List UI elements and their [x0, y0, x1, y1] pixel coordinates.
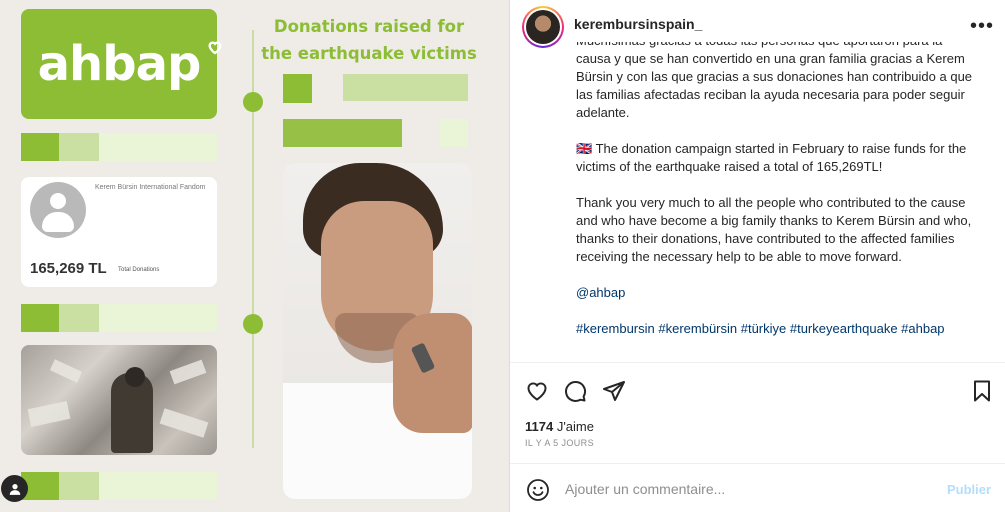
- publish-button[interactable]: Publier: [947, 482, 991, 497]
- heart-logo-icon: [208, 41, 222, 55]
- headline: Donations raised for the earthquake vict…: [261, 17, 477, 63]
- caption-paragraph-es: Muchísimas gracias a todas las personas …: [576, 42, 973, 120]
- comment-icon[interactable]: [562, 378, 588, 404]
- post-image[interactable]: ahbap Kerem Bürsin International Fandom …: [0, 0, 509, 512]
- likes-label: J'aime: [556, 419, 594, 434]
- progress-bar-3: [21, 472, 217, 500]
- caption: Muchísimas gracias a todas las personas …: [576, 42, 976, 362]
- fund-name: Kerem Bürsin International Fandom: [95, 184, 206, 191]
- action-bar: [510, 364, 1005, 414]
- timeline-dot-top: [243, 92, 263, 112]
- earthquake-photo: [21, 345, 217, 455]
- mention-link[interactable]: @ahbap: [576, 285, 625, 300]
- post-timestamp[interactable]: IL Y A 5 JOURS: [525, 438, 594, 448]
- portrait-photo: [283, 163, 472, 499]
- heart-icon[interactable]: [524, 378, 550, 404]
- divider: [510, 362, 1005, 363]
- avatar[interactable]: [522, 6, 564, 48]
- bookmark-icon[interactable]: [969, 378, 995, 404]
- avatar-placeholder-icon: [30, 182, 86, 238]
- share-icon[interactable]: [601, 378, 627, 404]
- user-tag-icon[interactable]: [1, 475, 28, 502]
- caption-paragraph-en-2: Thank you very much to all the people wh…: [576, 195, 972, 264]
- timeline-dot-middle: [243, 314, 263, 334]
- caption-paragraph-en-1: 🇬🇧 The donation campaign started in Febr…: [576, 141, 967, 174]
- progress-bar-2: [21, 304, 217, 332]
- instagram-post-modal: ahbap Kerem Bürsin International Fandom …: [0, 0, 1005, 512]
- hashtags-link[interactable]: #kerembursin #kerembürsin #türkiye #turk…: [576, 321, 945, 336]
- post-details-panel: kerembursinspain_ ••• Muchísimas gracias…: [509, 0, 1005, 512]
- ahbap-logo: ahbap: [21, 9, 222, 119]
- fund-amount: 165,269 TL: [30, 260, 107, 277]
- deco-block: [343, 74, 468, 101]
- deco-block: [283, 119, 402, 147]
- more-horizontal-icon[interactable]: •••: [970, 15, 994, 38]
- comment-bar: Publier: [510, 463, 1005, 512]
- fund-amount-label: Total Donations: [118, 267, 160, 273]
- likes-count[interactable]: 1174 J'aime: [525, 419, 594, 434]
- progress-bar-1: [21, 133, 217, 161]
- comment-input[interactable]: [565, 477, 935, 501]
- emoji-icon[interactable]: [526, 478, 550, 502]
- logo-text: ahbap: [37, 36, 202, 92]
- deco-block: [283, 74, 312, 103]
- deco-block: [440, 119, 468, 147]
- fund-card: Kerem Bürsin International Fandom 165,26…: [21, 177, 217, 287]
- username-link[interactable]: kerembursinspain_: [574, 16, 702, 32]
- likes-number: 1174: [525, 419, 554, 434]
